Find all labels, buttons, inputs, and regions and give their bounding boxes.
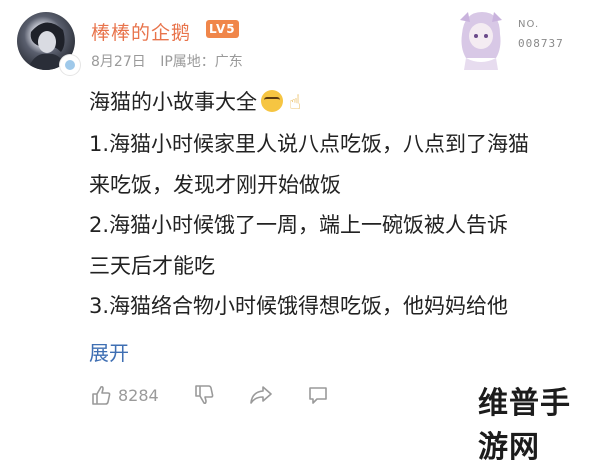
post-meta: 8月27日 IP属地：广东 xyxy=(91,51,253,71)
post-line: 2.海猫小时候饿了一周，端上一碗饭被人告诉 xyxy=(89,213,509,237)
author-name[interactable]: 棒棒的企鹅 xyxy=(91,18,191,45)
post-line: 3.海猫络合物小时候饿得想吃饭，他妈妈给他 xyxy=(89,294,509,318)
post-title-text: 海猫的小故事大全 xyxy=(89,90,257,114)
expand-link[interactable]: 展开 xyxy=(89,337,129,366)
post-line: 1.海猫小时候家里人说八点吃饭，八点到了海猫 xyxy=(89,132,530,156)
decoration-card: NO. 008737 xyxy=(440,8,575,70)
share-button[interactable] xyxy=(249,384,273,406)
post-date: 8月27日 xyxy=(91,54,146,70)
watermark: 维普手游网 xyxy=(478,386,571,465)
dislike-button[interactable] xyxy=(193,384,215,406)
post-location: IP属地：广东 xyxy=(160,54,243,70)
anime-figure-icon xyxy=(460,12,502,70)
comment-icon xyxy=(308,387,327,404)
level-badge: LV5 xyxy=(206,20,239,38)
nerd-face-icon xyxy=(261,90,283,112)
like-button[interactable]: 8284 xyxy=(90,384,159,406)
comment-button[interactable] xyxy=(307,384,329,406)
decoration-no-label: NO. xyxy=(518,19,540,30)
post-line: 来吃饭，发现才刚开始做饭 xyxy=(89,173,341,197)
share-icon xyxy=(249,386,272,404)
like-count: 8284 xyxy=(118,385,159,405)
dislike-icon xyxy=(194,385,214,405)
post-title: 海猫的小故事大全 ☝ xyxy=(89,86,301,116)
like-icon xyxy=(92,385,111,405)
post-line: 三天后才能吃 xyxy=(89,254,215,278)
verified-badge-icon xyxy=(60,55,80,75)
pointing-up-icon: ☝ xyxy=(289,90,302,114)
decoration-number: 008737 xyxy=(518,37,564,50)
action-bar: 8284 xyxy=(90,380,363,410)
